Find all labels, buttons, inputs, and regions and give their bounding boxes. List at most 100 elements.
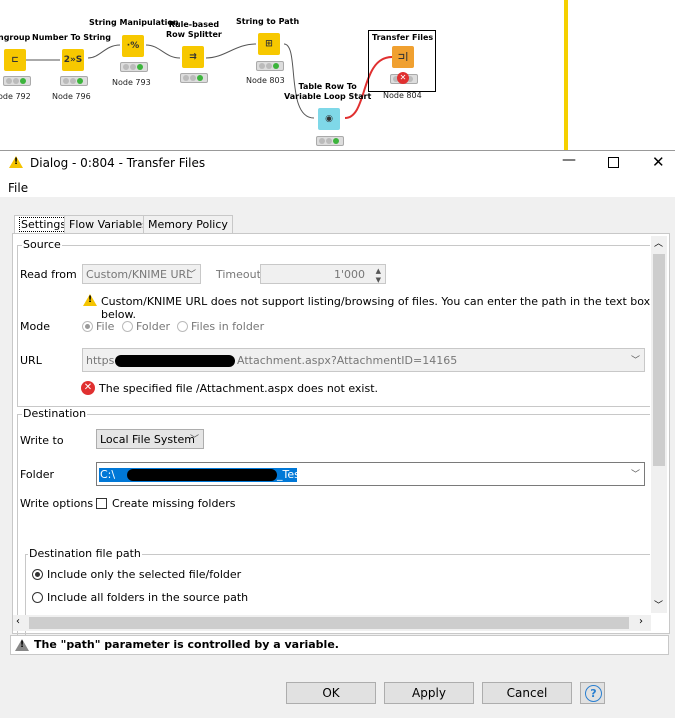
node-id: Node 804 [383,91,422,100]
node-status [3,76,31,86]
node-icon: ⊐| [397,52,409,62]
url-prefix: https: [86,354,119,367]
read-from-select[interactable]: Custom/KNIME URL ﹀ [82,264,201,284]
node-icon: ⊏ [11,55,19,65]
node-id: Node 793 [112,78,151,87]
node-label: Number To String [32,33,111,42]
mode-folder-radio[interactable] [122,321,133,332]
node-icon: ⊞ [265,39,273,49]
node-id: Node 796 [52,92,91,101]
node-icon: ·% [126,41,140,51]
timeout-spinner[interactable]: 1'000 ▲ ▼ [260,264,386,284]
folder-label: Folder [20,468,54,481]
node-label: ngroup [0,33,31,42]
mode-files-in-folder-label: Files in folder [191,320,265,333]
create-missing-folders-label: Create missing folders [112,497,236,510]
write-to-select[interactable]: Local File System ﹀ [96,429,204,449]
redacted-block [127,469,277,481]
redacted-block [115,355,235,367]
string-manipulation-node[interactable]: ·% [122,35,144,57]
maximize-icon[interactable] [608,157,619,168]
url-input[interactable]: https: Attachment.aspx?AttachmentID=1416… [82,348,645,372]
menu-bar: File [0,177,675,197]
status-message: The "path" parameter is controlled by a … [34,638,339,651]
rule-based-row-splitter-node[interactable]: ⇉ [182,46,204,68]
node-label: Table Row To Variable Loop Start [284,82,372,101]
include-all-folders-radio[interactable] [32,592,43,603]
create-missing-folders-checkbox[interactable] [96,498,107,509]
window-title: Dialog - 0:804 - Transfer Files [30,156,206,170]
minimize-icon[interactable]: — [562,152,576,168]
tab-flow-variables[interactable]: Flow Variables [64,215,153,233]
help-button[interactable]: ? [580,682,605,704]
error-icon: ✕ [397,72,409,84]
folder-prefix: C:\ [100,468,116,481]
scroll-up-icon[interactable]: ︿ [654,236,663,249]
tab-label: Settings [19,217,69,232]
node-label: String to Path [236,17,300,26]
chevron-down-icon: ﹀ [189,435,199,445]
node-icon: 2»S [63,55,83,65]
include-selected-radio[interactable] [32,569,43,580]
scroll-right-icon[interactable]: › [639,616,643,627]
scrollbar-thumb[interactable] [653,254,665,466]
horizontal-scrollbar[interactable]: ‹ › [13,615,651,631]
mode-files-in-folder-radio[interactable] [177,321,188,332]
node-status [180,73,208,83]
knime-logo-icon [9,156,23,168]
menu-file[interactable]: File [8,181,28,195]
read-from-value: Custom/KNIME URL [86,268,193,281]
mode-file-label: File [96,320,115,333]
title-bar: Dialog - 0:804 - Transfer Files — ✕ [0,151,675,177]
warning-icon [15,639,29,651]
scrollbar-thumb[interactable] [29,617,629,629]
destination-legend: Destination [22,407,88,420]
workflow-canvas[interactable]: ngroup ⊏ ode 792 Number To String 2»S No… [0,0,675,150]
node-label: Transfer Files [372,33,434,42]
string-to-path-node[interactable]: ⊞ [258,33,280,55]
node-status [256,61,284,71]
mode-file-radio[interactable] [82,321,93,332]
source-error-text: The specified file /Attachment.aspx does… [99,382,379,395]
table-row-to-variable-loop-start-node[interactable]: ◉ [318,108,340,130]
transfer-files-node[interactable]: ⊐| [392,46,414,68]
tab-memory-policy[interactable]: Memory Policy [143,215,233,233]
node-icon: ◉ [325,114,333,124]
folder-input[interactable]: C:\ _Test ﹀ [96,462,645,486]
transfer-files-dialog: Dialog - 0:804 - Transfer Files — ✕ File… [0,150,675,718]
read-from-label: Read from [20,268,77,281]
include-selected-label: Include only the selected file/folder [47,568,242,581]
timeout-value: 1'000 [333,268,365,281]
node-status [60,76,88,86]
scroll-left-icon[interactable]: ‹ [16,616,20,627]
close-icon[interactable]: ✕ [652,153,665,171]
write-to-value: Local File System [100,433,195,446]
chevron-down-icon: ﹀ [630,470,640,480]
node-id: ode 792 [0,92,31,101]
apply-button[interactable]: Apply [384,682,474,704]
vertical-scrollbar[interactable]: ︿ ﹀ [651,236,667,613]
node-label: Rule-based Row Splitter [166,20,222,39]
warning-icon [83,294,97,306]
source-warning-text: Custom/KNIME URL does not support listin… [101,295,651,321]
folder-suffix: _Test [277,468,305,481]
include-all-folders-label: Include all folders in the source path [47,591,249,604]
node-status [316,136,344,146]
error-icon: ✕ [81,381,95,395]
chevron-down-icon: ﹀ [186,270,196,280]
help-icon: ? [585,685,602,702]
mode-folder-label: Folder [136,320,170,333]
timeout-label: Timeout [216,268,261,281]
ok-button[interactable]: OK [286,682,376,704]
node-id: Node 803 [246,76,285,85]
node-status [120,62,148,72]
groupby-node[interactable]: ⊏ [4,49,26,71]
write-to-label: Write to [20,434,64,447]
cancel-button[interactable]: Cancel [482,682,572,704]
spinner-down-icon[interactable]: ▼ [376,270,381,290]
number-to-string-node[interactable]: 2»S [62,49,84,71]
annotation-border [564,0,568,150]
scroll-down-icon[interactable]: ﹀ [654,598,663,611]
write-options-label: Write options [20,497,94,510]
mode-label: Mode [20,320,50,333]
